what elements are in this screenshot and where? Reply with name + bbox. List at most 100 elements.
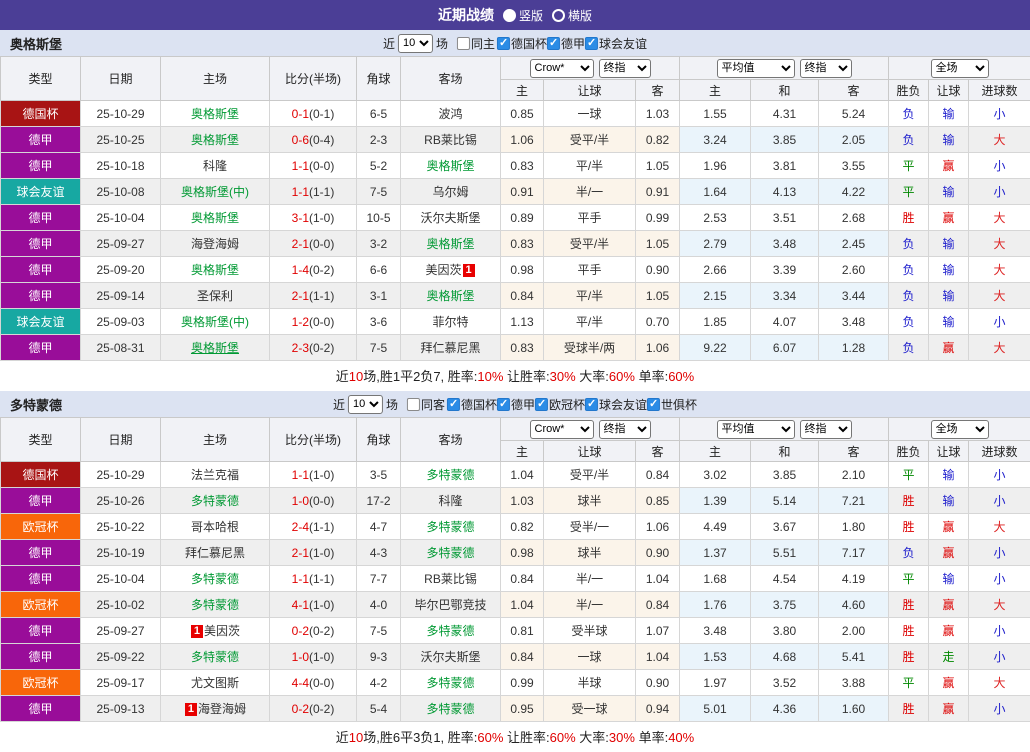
final-odds-select-2[interactable]: 终指 — [800, 420, 852, 439]
team-name-link[interactable]: 沃尔夫斯堡 — [420, 211, 480, 225]
crow-home-odds: 0.81 — [501, 618, 544, 644]
final-odds-select[interactable]: 终指 — [599, 59, 651, 78]
league-filter-checkbox[interactable]: 德国杯 — [447, 396, 497, 413]
sub-header-avg-away: 客 — [819, 80, 889, 101]
bookmaker-select[interactable]: Crow* — [530, 420, 594, 439]
team-name-link[interactable]: 多特蒙德 — [426, 520, 474, 534]
final-odds-select[interactable]: 终指 — [599, 420, 651, 439]
team-name-link[interactable]: 菲尔特 — [432, 315, 468, 329]
team-name-link[interactable]: RB莱比锡 — [424, 572, 477, 586]
result-handicap: 赢 — [929, 540, 969, 566]
scope-select[interactable]: 全场 — [931, 420, 989, 439]
average-select[interactable]: 平均值 — [717, 59, 795, 78]
section-team-name: 多特蒙德 — [0, 395, 62, 414]
team-name-link[interactable]: 多特蒙德 — [191, 598, 239, 612]
radio-label[interactable]: 竖版 — [519, 7, 543, 24]
team-name-link[interactable]: 尤文图斯 — [191, 676, 239, 690]
avg-away-odds: 4.22 — [819, 179, 889, 205]
team-name-link[interactable]: 科隆 — [203, 159, 227, 173]
team-name-link[interactable]: 奥格斯堡 — [426, 289, 474, 303]
checkbox-input[interactable] — [535, 398, 548, 411]
avg-home-odds: 3.02 — [680, 462, 751, 488]
section-dortmund: 多特蒙德 近 10 场 同客德国杯德甲欧冠杯球会友谊世俱杯 类型 日期 主场 比… — [0, 391, 1030, 752]
league-filter-checkbox[interactable]: 德甲 — [547, 35, 585, 52]
team-name-link[interactable]: 多特蒙德 — [191, 650, 239, 664]
league-filter-checkbox[interactable]: 德国杯 — [497, 35, 547, 52]
team-name-link[interactable]: 奥格斯堡 — [191, 211, 239, 225]
league-filter-checkbox[interactable]: 球会友谊 — [585, 35, 647, 52]
team-name-link[interactable]: 奥格斯堡 — [191, 341, 239, 355]
scope-select[interactable]: 全场 — [931, 59, 989, 78]
team-name-link[interactable]: 奥格斯堡(中) — [181, 185, 249, 199]
avg-home-odds: 1.97 — [680, 670, 751, 696]
avg-draw-odds: 3.34 — [751, 283, 819, 309]
team-name-link[interactable]: 拜仁慕尼黑 — [420, 341, 480, 355]
team-name-link[interactable]: 毕尔巴鄂竞技 — [414, 598, 486, 612]
avg-away-odds: 2.05 — [819, 127, 889, 153]
match-count-select[interactable]: 10 — [348, 395, 383, 414]
league-filter-checkbox[interactable]: 欧冠杯 — [535, 396, 585, 413]
league-filter-checkbox[interactable]: 世俱杯 — [647, 396, 697, 413]
team-name-link[interactable]: 多特蒙德 — [426, 468, 474, 482]
result-handicap: 输 — [929, 566, 969, 592]
league-filter-checkbox[interactable]: 德甲 — [497, 396, 535, 413]
team-name-link[interactable]: 拜仁慕尼黑 — [185, 546, 245, 560]
layout-radio-vertical[interactable]: 竖版 — [503, 7, 543, 24]
team-name-link[interactable]: 奥格斯堡(中) — [181, 315, 249, 329]
handicap-line: 平手 — [544, 205, 636, 231]
checkbox-input[interactable] — [407, 398, 420, 411]
sub-header-away-odds: 客 — [636, 441, 680, 462]
team-name-link[interactable]: 海登海姆 — [198, 702, 246, 716]
team-name-link[interactable]: 多特蒙德 — [191, 572, 239, 586]
team-name-link[interactable]: 多特蒙德 — [426, 546, 474, 560]
final-odds-select-2[interactable]: 终指 — [800, 59, 852, 78]
match-date: 25-09-27 — [81, 618, 161, 644]
checkbox-input[interactable] — [585, 37, 598, 50]
league-filter-checkbox[interactable]: 球会友谊 — [585, 396, 647, 413]
avg-home-odds: 4.49 — [680, 514, 751, 540]
team-name-link[interactable]: 奥格斯堡 — [191, 107, 239, 121]
average-select[interactable]: 平均值 — [717, 420, 795, 439]
team-name-link[interactable]: 哥本哈根 — [191, 520, 239, 534]
radio-selected-icon[interactable] — [503, 9, 516, 22]
checkbox-input[interactable] — [547, 37, 560, 50]
checkbox-input[interactable] — [497, 37, 510, 50]
team-name-link[interactable]: 奥格斯堡 — [191, 133, 239, 147]
team-name-link[interactable]: 多特蒙德 — [426, 624, 474, 638]
home-team-cell: 科隆 — [161, 153, 270, 179]
radio-unselected-icon[interactable] — [552, 9, 565, 22]
radio-label[interactable]: 横版 — [568, 7, 592, 24]
match-count-select[interactable]: 10 — [398, 34, 433, 53]
team-name-link[interactable]: 波鸿 — [438, 107, 462, 121]
team-name-link[interactable]: 奥格斯堡 — [426, 159, 474, 173]
team-name-link[interactable]: 多特蒙德 — [426, 702, 474, 716]
team-name-link[interactable]: 法兰克福 — [191, 468, 239, 482]
result-handicap: 赢 — [929, 514, 969, 540]
crow-home-odds: 1.03 — [501, 488, 544, 514]
avg-home-odds: 1.39 — [680, 488, 751, 514]
team-name-link[interactable]: 奥格斯堡 — [191, 263, 239, 277]
team-name-link[interactable]: 美因茨 — [204, 624, 240, 638]
checkbox-input[interactable] — [457, 37, 470, 50]
team-name-link[interactable]: 沃尔夫斯堡 — [420, 650, 480, 664]
team-name-link[interactable]: 美因茨 — [425, 263, 461, 277]
team-name-link[interactable]: 圣保利 — [197, 289, 233, 303]
checkbox-input[interactable] — [585, 398, 598, 411]
team-name-link[interactable]: 科隆 — [438, 494, 462, 508]
checkbox-input[interactable] — [447, 398, 460, 411]
team-name-link[interactable]: 奥格斯堡 — [426, 237, 474, 251]
handicap-line: 平/半 — [544, 309, 636, 335]
same-venue-checkbox[interactable]: 同客 — [407, 396, 445, 413]
team-name-link[interactable]: 多特蒙德 — [426, 676, 474, 690]
team-name-link[interactable]: 多特蒙德 — [191, 494, 239, 508]
team-name-link[interactable]: 乌尔姆 — [432, 185, 468, 199]
checkbox-input[interactable] — [647, 398, 660, 411]
team-name-link[interactable]: 海登海姆 — [191, 237, 239, 251]
bookmaker-select[interactable]: Crow* — [530, 59, 594, 78]
result-handicap: 输 — [929, 257, 969, 283]
layout-radio-horizontal[interactable]: 横版 — [552, 7, 592, 24]
same-venue-checkbox[interactable]: 同主 — [457, 35, 495, 52]
league-type-badge: 德甲 — [1, 540, 81, 566]
checkbox-input[interactable] — [497, 398, 510, 411]
team-name-link[interactable]: RB莱比锡 — [424, 133, 477, 147]
